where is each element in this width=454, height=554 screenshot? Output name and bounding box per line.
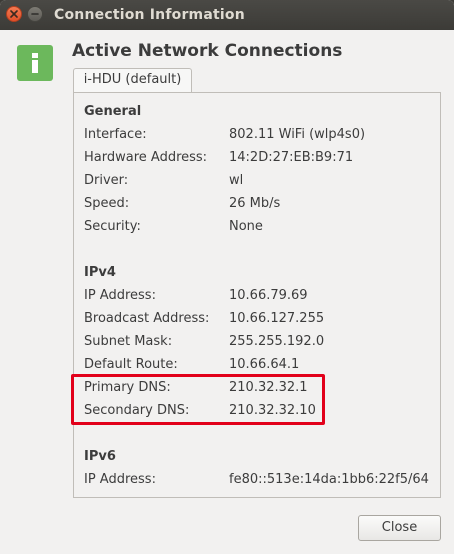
tab-i-hdu[interactable]: i-HDU (default) <box>73 68 192 92</box>
speed-value: 26 Mb/s <box>229 196 281 211</box>
minimize-icon <box>31 13 39 15</box>
hardware-address-label: Hardware Address: <box>84 150 208 165</box>
interface-value: 802.11 WiFi (wlp4s0) <box>229 127 366 142</box>
title-bar: Connection Information <box>0 0 454 30</box>
close-icon <box>10 10 18 18</box>
security-value: None <box>229 219 263 234</box>
security-label: Security: <box>84 219 141 234</box>
hardware-address-value: 14:2D:27:EB:B9:71 <box>229 150 354 165</box>
section-ipv6-title: IPv6 <box>84 449 116 464</box>
broadcast-address-label: Broadcast Address: <box>84 311 210 326</box>
subnet-mask-label: Subnet Mask: <box>84 334 173 349</box>
connection-information-window: Connection Information Active Network Co… <box>0 0 454 554</box>
broadcast-address-value: 10.66.127.255 <box>229 311 325 326</box>
default-route-value: 10.66.64.1 <box>229 357 300 372</box>
subnet-mask-value: 255.255.192.0 <box>229 334 325 349</box>
section-ipv4-title: IPv4 <box>84 265 116 280</box>
speed-label: Speed: <box>84 196 130 211</box>
window-minimize-button[interactable] <box>27 6 43 22</box>
driver-value: wl <box>229 173 244 188</box>
dns-highlight-box <box>71 374 325 425</box>
close-button[interactable]: Close <box>358 515 441 541</box>
page-title: Active Network Connections <box>72 41 343 61</box>
info-icon <box>17 45 53 81</box>
window-close-button[interactable] <box>6 6 22 22</box>
section-general-title: General <box>84 104 142 119</box>
window-title: Connection Information <box>54 7 245 23</box>
ipv6-address-value: fe80::513e:14da:1bb6:22f5/64 <box>229 472 429 487</box>
driver-label: Driver: <box>84 173 129 188</box>
ipv4-address-label: IP Address: <box>84 288 156 303</box>
ipv4-address-value: 10.66.79.69 <box>229 288 308 303</box>
ipv6-address-label: IP Address: <box>84 472 156 487</box>
interface-label: Interface: <box>84 127 147 142</box>
default-route-label: Default Route: <box>84 357 178 372</box>
